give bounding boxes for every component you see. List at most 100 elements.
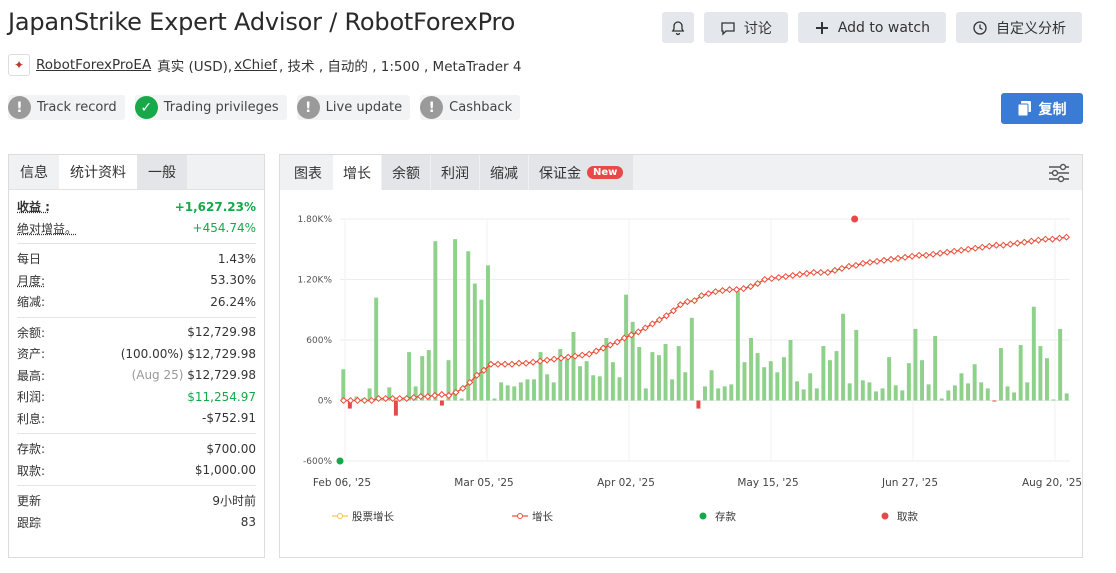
stat-equity-value: $12,729.98 (187, 346, 256, 361)
watch-label: Add to watch (837, 19, 930, 36)
growth-point (978, 243, 986, 251)
growth-point (950, 247, 958, 255)
custom-label: 自定义分析 (996, 20, 1066, 37)
tab-balance[interactable]: 余额 (382, 155, 430, 190)
bar (472, 283, 477, 401)
bar (597, 376, 602, 401)
bar (643, 388, 648, 401)
stat-drawdown-value: 26.24% (210, 294, 256, 309)
bar (742, 362, 747, 401)
growth-line (343, 236, 1067, 402)
legend-marker (517, 513, 523, 519)
tab-general[interactable]: 一般 (137, 155, 187, 189)
growth-point (711, 288, 720, 296)
comment-icon (721, 21, 735, 36)
stats-panel: 信息 统计资料 一般 收益 : +1,627.23% 绝对增益。 +454.74% … (8, 154, 265, 558)
badge-track-record[interactable]: ! Track record (8, 95, 125, 120)
bar (867, 382, 872, 401)
bar (998, 348, 1003, 401)
growth-point (550, 355, 558, 363)
legend-dot (699, 512, 707, 520)
tab-margin[interactable]: 保证金 New (529, 155, 634, 190)
account-details: , 技术 , 自动的 , 1:500 , MetaTrader 4 (278, 59, 522, 75)
account-info: ✦ RobotForexProEA 真实 (USD), xChief , 技术 … (8, 54, 521, 76)
growth-point (817, 268, 825, 276)
badge-label: Trading privileges (163, 100, 279, 115)
add-to-watch-button[interactable]: Add to watch (797, 12, 946, 43)
account-link[interactable]: RobotForexProEA (36, 57, 151, 73)
growth-point (796, 270, 804, 278)
legend-label: 增长 (532, 510, 553, 523)
x-tick-label: May 15, '25 (737, 477, 798, 489)
bar (1051, 399, 1056, 401)
growth-point (592, 347, 600, 355)
growth-point (1048, 235, 1056, 243)
bar (1045, 358, 1049, 401)
badge-trading-privileges[interactable]: ✓ Trading privileges (134, 95, 287, 120)
bar (788, 340, 793, 401)
bar (393, 400, 398, 416)
broker-link[interactable]: xChief (234, 57, 277, 73)
growth-point (915, 251, 923, 259)
growth-point (543, 356, 551, 364)
discuss-button[interactable]: 讨论 (703, 12, 788, 43)
bar (1025, 382, 1030, 401)
warning-icon: ! (420, 96, 444, 119)
y-tick-label: -600% (303, 457, 332, 467)
growth-point (1055, 234, 1064, 242)
tab-charts[interactable]: 图表 (280, 155, 332, 190)
growth-point (747, 283, 755, 291)
bar (459, 398, 464, 401)
tab-profit[interactable]: 利润 (431, 155, 479, 190)
stat-balance-label: 余额: (17, 325, 46, 340)
bar (827, 360, 832, 401)
copy-button[interactable]: 复制 (1001, 93, 1083, 124)
bell-icon (671, 20, 685, 35)
bar (959, 373, 964, 401)
bar (696, 400, 701, 409)
growth-point (838, 264, 846, 272)
tab-statistics[interactable]: 统计资料 (59, 155, 137, 189)
bar (453, 239, 458, 401)
badge-live-update[interactable]: ! Live update (296, 95, 411, 120)
badge-label: Track record (37, 100, 117, 115)
bar (1018, 345, 1023, 401)
bar (1058, 328, 1063, 401)
growth-chart: 1.80K% 1.20K% 600% 0% -600% Feb 06, '25 Mar 05… (298, 215, 1083, 523)
tab-info[interactable]: 信息 (9, 155, 59, 189)
growth-point (957, 246, 965, 254)
custom-analysis-button[interactable]: 自定义分析 (956, 12, 1082, 43)
stat-deposits-label: 存款: (17, 442, 46, 457)
growth-point (501, 360, 509, 368)
stat-profit-value: $11,254.97 (187, 389, 256, 404)
bar (880, 388, 885, 401)
growth-point (683, 298, 691, 306)
growth-point (522, 359, 530, 367)
check-icon: ✓ (134, 96, 158, 119)
discuss-label: 讨论 (743, 20, 772, 37)
tab-drawdown[interactable]: 缩减 (480, 155, 528, 190)
growth-point (929, 250, 937, 258)
bar (716, 388, 721, 401)
tab-growth[interactable]: 增长 (333, 155, 381, 190)
equity-growth-line (343, 236, 1067, 402)
new-badge: New (587, 166, 624, 179)
notify-button[interactable] (661, 12, 694, 43)
copy-label: 复制 (1038, 101, 1067, 118)
bar (985, 388, 990, 401)
growth-point (810, 268, 818, 276)
chart-settings-icon[interactable] (1048, 163, 1070, 183)
bar (683, 372, 688, 401)
copy-icon (1017, 101, 1031, 116)
bar (946, 390, 951, 401)
bar (492, 398, 497, 401)
bar (525, 379, 530, 401)
growth-point (859, 259, 867, 267)
account-type: 真实 (USD), (157, 59, 233, 75)
bar (854, 329, 859, 401)
bar (512, 386, 517, 401)
bar (689, 317, 694, 401)
bar (979, 382, 984, 401)
badge-cashback[interactable]: ! Cashback (420, 95, 521, 120)
growth-point (438, 390, 446, 398)
